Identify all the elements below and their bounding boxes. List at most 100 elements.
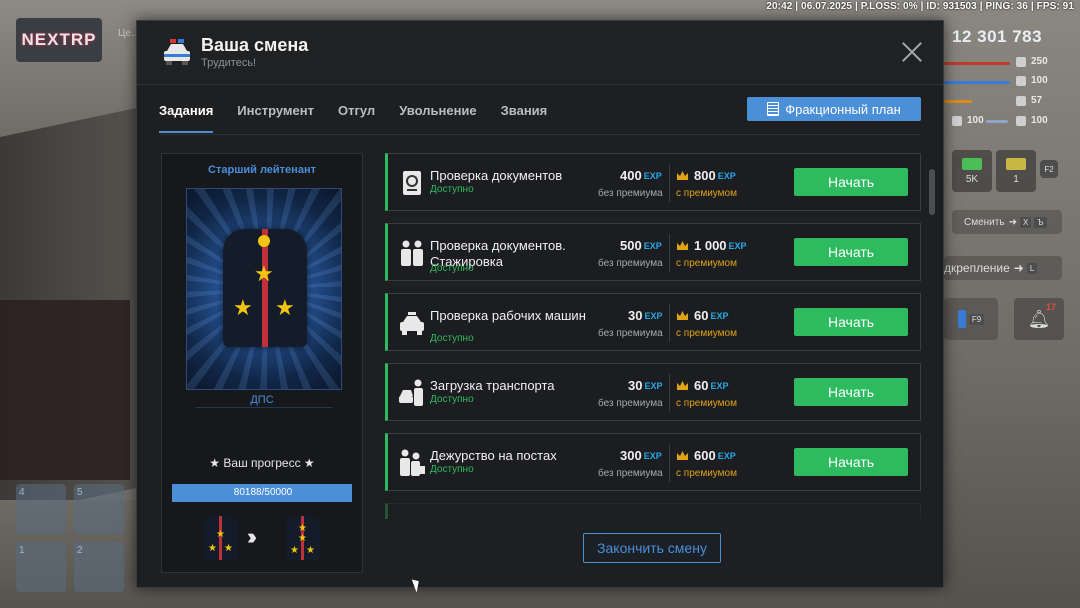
background-shadow: [0, 300, 130, 480]
start-button[interactable]: Начать: [794, 448, 908, 476]
ticket-icon: [1006, 157, 1026, 170]
exp-value: 300 EXP: [620, 448, 662, 463]
task-name: Проверка рабочих машин: [430, 308, 586, 323]
money-display: 12 301 783: [952, 27, 1043, 46]
crown-icon: [677, 381, 688, 390]
exp-premium-value: 60 EXP: [694, 308, 729, 323]
window-subtitle: Трудитесь!: [201, 57, 257, 69]
officers-icon: [401, 240, 423, 266]
hotbar-slot[interactable]: 5: [74, 484, 124, 534]
passport-icon: [403, 171, 421, 195]
task-status: Доступно: [430, 333, 474, 344]
tab-day-off[interactable]: Отгул: [338, 97, 375, 133]
task-list: Проверка документов Доступно 400 EXP без …: [385, 153, 921, 519]
star-icon: ★: [233, 295, 253, 320]
radio-hint: F9: [944, 298, 998, 340]
chevron-right-icon: ›››: [247, 524, 257, 549]
current-rank-icon: ★ ★ ★: [204, 516, 238, 560]
stamina-bar: [986, 120, 1008, 123]
progress-text: 80188/50000: [233, 487, 293, 498]
tab-tools[interactable]: Инструмент: [237, 97, 314, 133]
progress-label: ★ Ваш прогресс ★: [209, 456, 315, 470]
rank-panel: Старший лейтенант ★ ★ ★ ДПС ★ Ваш прогре…: [161, 153, 363, 573]
task-name: Дежурство на постах: [430, 448, 557, 463]
premium-label: с премиумом: [676, 258, 737, 269]
no-premium-label: без премиума: [598, 258, 663, 269]
premium-label: с премиумом: [676, 188, 737, 199]
patrol-post-icon: [400, 449, 425, 476]
hotbar-slot[interactable]: 1: [16, 542, 66, 592]
shift-window: Ваша смена Трудитесь! Задания Инструмент…: [136, 20, 944, 588]
task-row: Дежурство на постах Доступно 300 EXP без …: [385, 433, 921, 491]
task-name: Загрузка транспорта: [430, 378, 555, 393]
notifications-button[interactable]: 🔔︎ 17: [1014, 298, 1064, 340]
task-status: Доступно: [430, 263, 474, 274]
hotbar-slot[interactable]: 2: [74, 542, 124, 592]
crown-icon: [677, 311, 688, 320]
hunger-icon: [1016, 75, 1026, 86]
stamina-stat: 100: [952, 115, 984, 126]
backup-hint: дкрепление ➜ L: [944, 256, 1062, 280]
hotbar-slot[interactable]: 4: [16, 484, 66, 534]
exp-premium-value: 800 EXP: [694, 168, 736, 183]
finish-shift-button[interactable]: Закончить смену: [583, 533, 721, 563]
task-row: Загрузка транспорта Доступно 30 EXP без п…: [385, 363, 921, 421]
hunger-stat: 100: [1016, 75, 1048, 86]
exp-premium-value: 1 000 EXP: [694, 238, 747, 253]
premium-label: с премиумом: [676, 328, 737, 339]
window-header: Ваша смена Трудитесь!: [137, 21, 943, 85]
plan-icon: [767, 102, 780, 116]
status-bar: 20:42 | 06.07.2025 | P.LOSS: 0% | ID: 93…: [766, 1, 1074, 12]
department-label: ДПС: [250, 394, 274, 406]
no-premium-label: без премиума: [598, 468, 663, 479]
shield-stat: 100: [1016, 115, 1048, 126]
weight-icon: [1016, 95, 1026, 106]
tab-dismissal[interactable]: Увольнение: [399, 97, 476, 133]
task-status: Доступно: [430, 184, 474, 195]
radio-icon: [957, 310, 966, 328]
premium-label: с премиумом: [676, 468, 737, 479]
change-hint: Сменить ➜ X Ъ: [952, 210, 1062, 234]
start-button[interactable]: Начать: [794, 378, 908, 406]
close-icon[interactable]: [899, 39, 925, 65]
crown-icon: [677, 171, 688, 180]
tab-tasks[interactable]: Задания: [159, 97, 214, 133]
task-row: Проверка документов. Стажировка Доступно…: [385, 223, 921, 281]
no-premium-label: без премиума: [598, 188, 663, 199]
rank-name: Старший лейтенант: [208, 164, 316, 176]
exp-value: 30 EXP: [628, 308, 663, 323]
police-car-icon: [400, 312, 424, 335]
police-car-icon: [164, 39, 190, 65]
no-premium-label: без премиума: [598, 398, 663, 409]
start-button[interactable]: Начать: [794, 168, 908, 196]
star-icon: ★: [275, 295, 295, 320]
exp-premium-value: 60 EXP: [694, 378, 729, 393]
inventory-money-item: 5K: [952, 150, 992, 192]
premium-label: с премиумом: [676, 398, 737, 409]
rank-insignia: ★ ★ ★: [186, 188, 342, 390]
scrollbar[interactable]: [929, 169, 935, 499]
window-title: Ваша смена: [201, 35, 309, 55]
task-row: Проверка документов Доступно 400 EXP без …: [385, 153, 921, 211]
start-button[interactable]: Начать: [794, 308, 908, 336]
stamina-icon: [952, 115, 962, 126]
task-row: Проверка рабочих машин Доступно 30 EXP бе…: [385, 293, 921, 351]
crown-icon: [677, 241, 688, 250]
task-status: Доступно: [430, 464, 474, 475]
food-bar: [944, 100, 972, 103]
task-name: Проверка документов: [430, 168, 563, 183]
health-bar: [944, 62, 1010, 65]
thirst-stat: 57: [1016, 95, 1042, 106]
exp-value: 500 EXP: [620, 238, 662, 253]
officer-car-icon: [399, 379, 423, 406]
shield-icon: [1016, 115, 1026, 126]
inventory-key: F2: [1040, 160, 1058, 178]
tab-ranks[interactable]: Звания: [501, 97, 548, 133]
start-button[interactable]: Начать: [794, 238, 908, 266]
scrollbar-thumb[interactable]: [929, 169, 935, 215]
armor-stat: 250: [1016, 56, 1048, 67]
task-row-partial: [385, 503, 921, 519]
thirst-bar: [944, 81, 1010, 84]
faction-plan-button[interactable]: Фракционный план: [747, 97, 921, 121]
no-premium-label: без премиума: [598, 328, 663, 339]
